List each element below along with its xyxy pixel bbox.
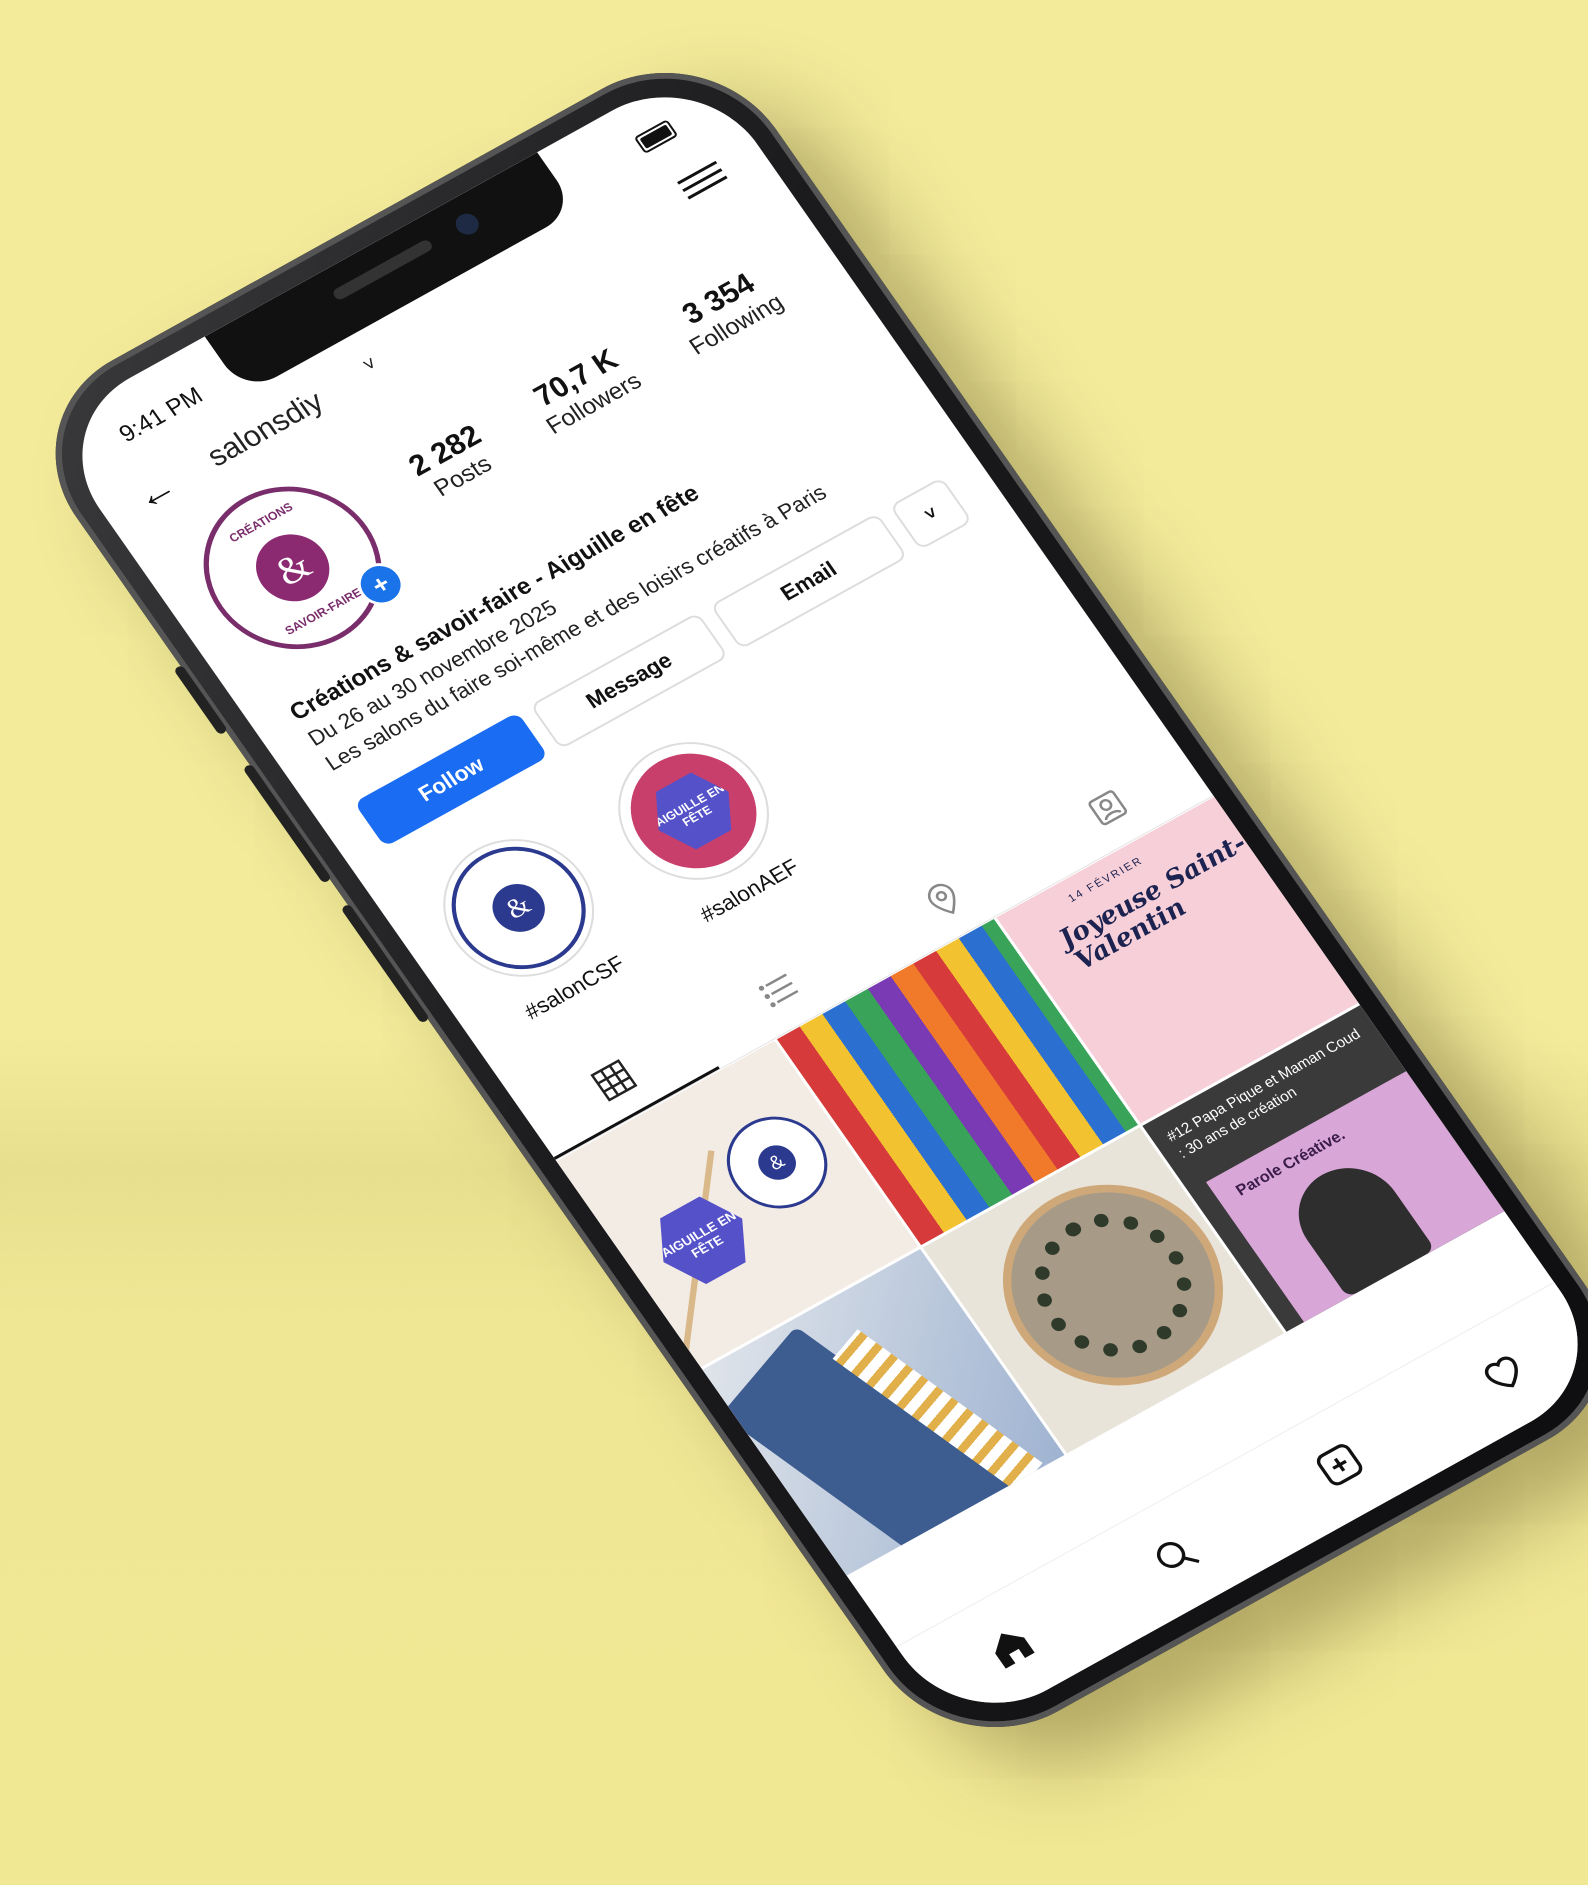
aef-logo-icon: AIGUILLE EN FÊTE bbox=[606, 732, 781, 890]
highlight-salon-aef[interactable]: AIGUILLE EN FÊTE #salonAEF bbox=[586, 715, 833, 952]
hamburger-icon[interactable] bbox=[674, 156, 732, 205]
scene-background: 9:41 PM ← salonsdiy ˅ CRÉATIONS & SAVOIR… bbox=[0, 0, 1588, 1885]
battery-icon bbox=[633, 119, 679, 155]
tagged-person-icon bbox=[1088, 790, 1128, 826]
back-arrow-icon[interactable]: ← bbox=[125, 464, 186, 520]
add-post-icon[interactable] bbox=[1308, 1436, 1372, 1494]
csf-symbol: & bbox=[750, 1139, 803, 1187]
front-camera bbox=[451, 209, 484, 239]
list-icon bbox=[758, 973, 799, 1008]
csf-badge-image: & bbox=[707, 1099, 847, 1226]
search-icon[interactable] bbox=[1143, 1527, 1207, 1585]
phone-device: 9:41 PM ← salonsdiy ˅ CRÉATIONS & SAVOIR… bbox=[7, 30, 1588, 1770]
grid-icon bbox=[590, 1058, 638, 1102]
location-pin-icon bbox=[927, 883, 956, 915]
phone-screen: 9:41 PM ← salonsdiy ˅ CRÉATIONS & SAVOIR… bbox=[42, 62, 1588, 1738]
more-options-chevron-icon[interactable]: ˅ bbox=[889, 476, 973, 551]
chevron-down-icon[interactable]: ˅ bbox=[359, 353, 382, 378]
stat-posts[interactable]: 2 282 Posts bbox=[403, 419, 504, 506]
csf-symbol: & bbox=[482, 875, 555, 941]
stat-followers[interactable]: 70,7 K Followers bbox=[522, 340, 648, 441]
home-icon[interactable] bbox=[979, 1618, 1043, 1676]
aef-badge: AIGUILLE EN FÊTE bbox=[638, 763, 748, 859]
aef-badge-image: AIGUILLE EN FÊTE bbox=[640, 1186, 765, 1296]
stat-following[interactable]: 3 354 Following bbox=[665, 261, 789, 361]
heart-icon[interactable] bbox=[1472, 1345, 1536, 1403]
